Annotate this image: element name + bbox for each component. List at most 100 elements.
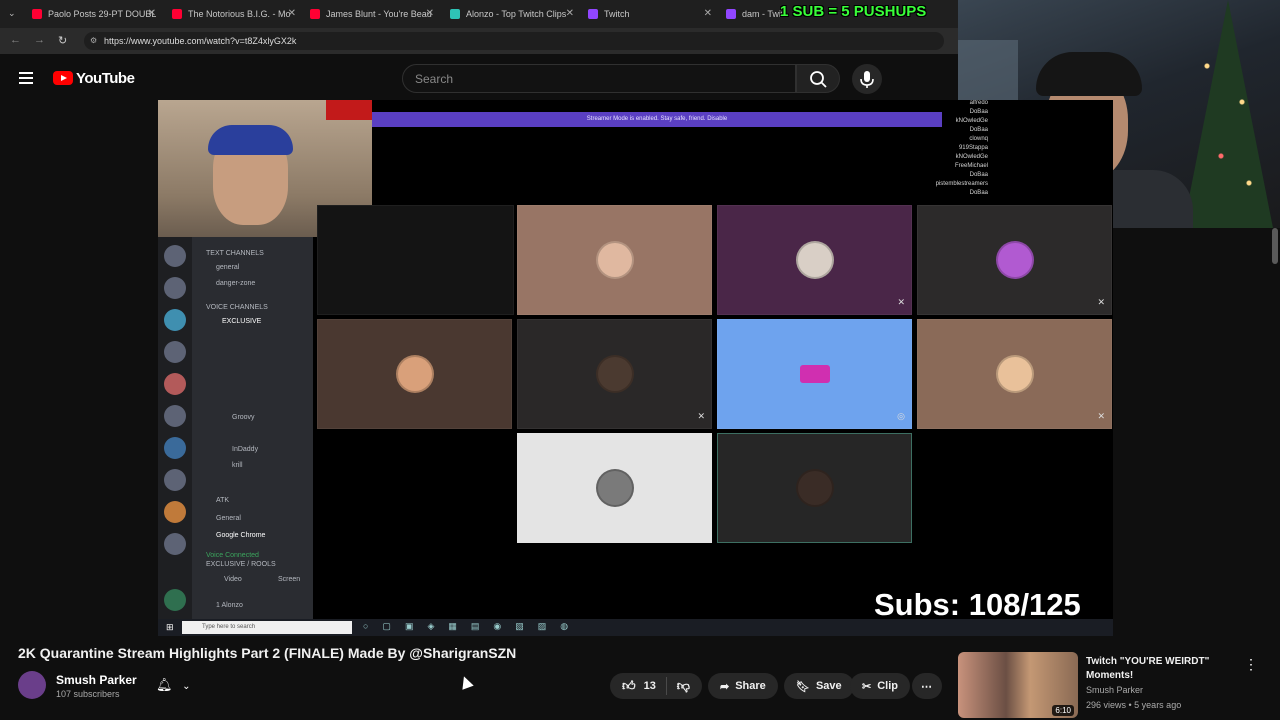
clip-button[interactable]: ✂ Clip bbox=[850, 673, 910, 699]
dislike-button[interactable]: 👎︎ bbox=[677, 678, 690, 694]
page-scrollbar[interactable] bbox=[1272, 228, 1278, 264]
channel-category: ATK bbox=[216, 497, 230, 504]
voice-tile bbox=[717, 433, 912, 543]
like-button[interactable]: 👍︎ 13 bbox=[622, 678, 656, 694]
voice-tile bbox=[517, 433, 712, 543]
browser-tab[interactable]: Alonzo - Top Twitch Clips ✕ bbox=[450, 4, 574, 24]
user-avatar bbox=[996, 241, 1034, 279]
user-avatar bbox=[596, 469, 634, 507]
close-tab-icon[interactable]: ✕ bbox=[566, 8, 574, 19]
channel-item: General bbox=[216, 515, 241, 522]
youtube-favicon-icon bbox=[32, 9, 42, 19]
chat-name: kNOwledGe bbox=[955, 118, 988, 124]
notification-bell-button[interactable]: 🔔︎ ⌄ bbox=[148, 672, 200, 700]
muted-icon: ✕ bbox=[1097, 411, 1105, 421]
user-avatar bbox=[396, 355, 434, 393]
share-button[interactable]: ➦ Share bbox=[708, 673, 778, 699]
muted-icon: ✕ bbox=[897, 297, 905, 307]
reload-icon[interactable]: ↻ bbox=[58, 34, 67, 47]
server-icon bbox=[164, 277, 186, 299]
share-icon: ➦ bbox=[720, 680, 730, 693]
recommended-channel[interactable]: Smush Parker bbox=[1086, 685, 1143, 695]
channel-name[interactable]: Smush Parker bbox=[56, 673, 137, 687]
youtube-logo-text[interactable]: YouTube bbox=[76, 70, 135, 87]
close-tab-icon[interactable]: ✕ bbox=[148, 8, 156, 19]
search-button[interactable] bbox=[796, 64, 840, 93]
video-player[interactable]: Streamer Mode is enabled. Stay safe, fri… bbox=[158, 100, 1113, 636]
taskbar-search: Type here to search bbox=[182, 621, 352, 634]
thumbs-up-icon: 👍︎ bbox=[622, 678, 636, 693]
channel-category: TEXT CHANNELS bbox=[206, 250, 264, 257]
search-input[interactable]: Search bbox=[402, 64, 796, 93]
server-icon bbox=[164, 533, 186, 555]
bell-icon: 🔔︎ bbox=[156, 677, 173, 692]
search-icon bbox=[810, 71, 827, 88]
microphone-icon bbox=[860, 71, 874, 88]
chat-name: DoBaa bbox=[969, 127, 988, 133]
more-options-icon[interactable]: ⋮ bbox=[1244, 656, 1258, 673]
youtube-favicon-icon bbox=[310, 9, 320, 19]
recommended-title[interactable]: Twitch "YOU'RE WEIRDT" Moments! bbox=[1086, 655, 1236, 683]
voice-tile: ✕ bbox=[917, 205, 1112, 315]
voice-connected-status: Voice Connected bbox=[206, 552, 259, 559]
voice-tile-speaking: ◎ bbox=[717, 319, 912, 429]
server-icon bbox=[164, 341, 186, 363]
tab-title: Alonzo - Top Twitch Clips bbox=[466, 9, 567, 19]
status-icon: ◎ bbox=[897, 411, 905, 421]
tab-list-dropdown-icon[interactable]: ⌄ bbox=[8, 8, 16, 19]
voice-tile: ✕ bbox=[717, 205, 912, 315]
browser-tab-active[interactable]: Twitch ✕ bbox=[588, 4, 712, 24]
user-panel-name: 1 Alonzo bbox=[216, 602, 243, 609]
channel-item: general bbox=[216, 264, 240, 271]
channel-avatar[interactable] bbox=[18, 671, 46, 699]
streamer-cap bbox=[1036, 52, 1142, 96]
server-icon bbox=[164, 309, 186, 331]
channel-member: krill bbox=[232, 462, 243, 469]
forward-icon[interactable]: → bbox=[34, 34, 45, 46]
boombox-icon bbox=[800, 365, 830, 383]
taskbar-apps: ○▢▣◈▦▤◉▧▨◍ bbox=[363, 621, 583, 631]
recommended-thumbnail[interactable]: 6:10 bbox=[958, 652, 1078, 718]
subs-counter: Subs: 108/125 bbox=[874, 587, 1081, 622]
boombox-avatar bbox=[796, 355, 834, 393]
voice-search-button[interactable] bbox=[852, 64, 882, 94]
sub-goal-overlay: 1 SUB = 5 PUSHUPS bbox=[780, 3, 927, 20]
bookmark-icon: 🔖︎ bbox=[796, 680, 810, 693]
user-avatar bbox=[996, 355, 1034, 393]
voice-tile bbox=[317, 205, 514, 315]
browser-tab[interactable]: The Notorious B.I.G. - Mo ✕ bbox=[172, 4, 296, 24]
twitch-favicon-icon bbox=[726, 9, 736, 19]
server-icon bbox=[164, 245, 186, 267]
browser-tab[interactable]: dam - Twitc bbox=[726, 4, 782, 24]
server-icon bbox=[164, 405, 186, 427]
tab-title: Twitch bbox=[604, 9, 630, 19]
tab-title: Paolo Posts 29-PT DOUBLE bbox=[48, 9, 156, 19]
tab-title: dam - Twitc bbox=[742, 9, 782, 19]
close-tab-icon[interactable]: ✕ bbox=[704, 8, 712, 19]
twitch-favicon-icon bbox=[588, 9, 598, 19]
user-avatar bbox=[596, 241, 634, 279]
channel-category: VOICE CHANNELS bbox=[206, 304, 268, 311]
back-icon[interactable]: ← bbox=[10, 34, 21, 46]
more-actions-button[interactable]: ⋯ bbox=[912, 673, 942, 699]
close-tab-icon[interactable]: ✕ bbox=[288, 8, 296, 19]
voice-tile: ✕ bbox=[917, 319, 1112, 429]
save-button[interactable]: 🔖︎ Save bbox=[784, 673, 854, 699]
server-icon bbox=[164, 589, 186, 611]
site-info-icon[interactable]: ⚙ bbox=[90, 36, 97, 45]
user-avatar bbox=[596, 355, 634, 393]
user-avatar bbox=[796, 241, 834, 279]
close-tab-icon[interactable]: ✕ bbox=[426, 8, 434, 19]
tab-title: The Notorious B.I.G. - Mo bbox=[188, 9, 291, 19]
windows-start-icon: ⊞ bbox=[166, 622, 174, 632]
more-icon: ⋯ bbox=[921, 680, 932, 693]
url-field[interactable]: https://www.youtube.com/watch?v=t8Z4xlyG… bbox=[84, 32, 944, 50]
menu-icon[interactable] bbox=[19, 72, 33, 87]
like-count: 13 bbox=[643, 680, 656, 692]
voice-tile bbox=[517, 205, 712, 315]
divider bbox=[665, 677, 667, 695]
clip-label: Clip bbox=[877, 680, 898, 692]
youtube-logo-icon[interactable] bbox=[53, 71, 73, 85]
browser-tab[interactable]: Paolo Posts 29-PT DOUBLE ✕ bbox=[32, 4, 156, 24]
browser-tab[interactable]: James Blunt - You're Beau ✕ bbox=[310, 4, 434, 24]
